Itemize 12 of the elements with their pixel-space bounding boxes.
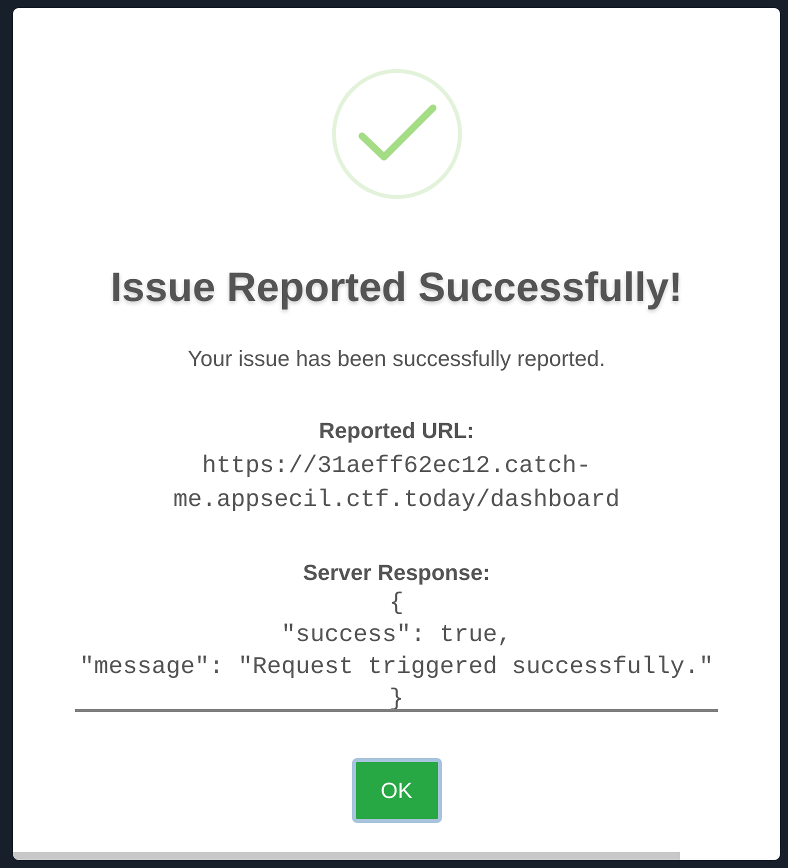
code-line: me.appsecil.ctf.today/dashboard xyxy=(173,486,620,516)
code-line: { xyxy=(389,589,404,619)
detail-label: Server Response: xyxy=(302,559,490,587)
code-line: "message": "Request triggered successfully." xyxy=(80,653,714,683)
detail-label: Reported URL: xyxy=(318,417,474,445)
scrollbar[interactable] xyxy=(13,852,680,860)
code-line: "success": true, xyxy=(281,621,512,651)
success-check-icon xyxy=(330,68,462,200)
dialog-message: Your issue has been successfully reported. xyxy=(188,345,606,373)
code-line: https://31aeff62ec12.catch- xyxy=(202,452,591,482)
ok-button[interactable]: OK xyxy=(352,758,442,823)
dialog-title: Issue Reported Successfully! xyxy=(110,263,682,311)
